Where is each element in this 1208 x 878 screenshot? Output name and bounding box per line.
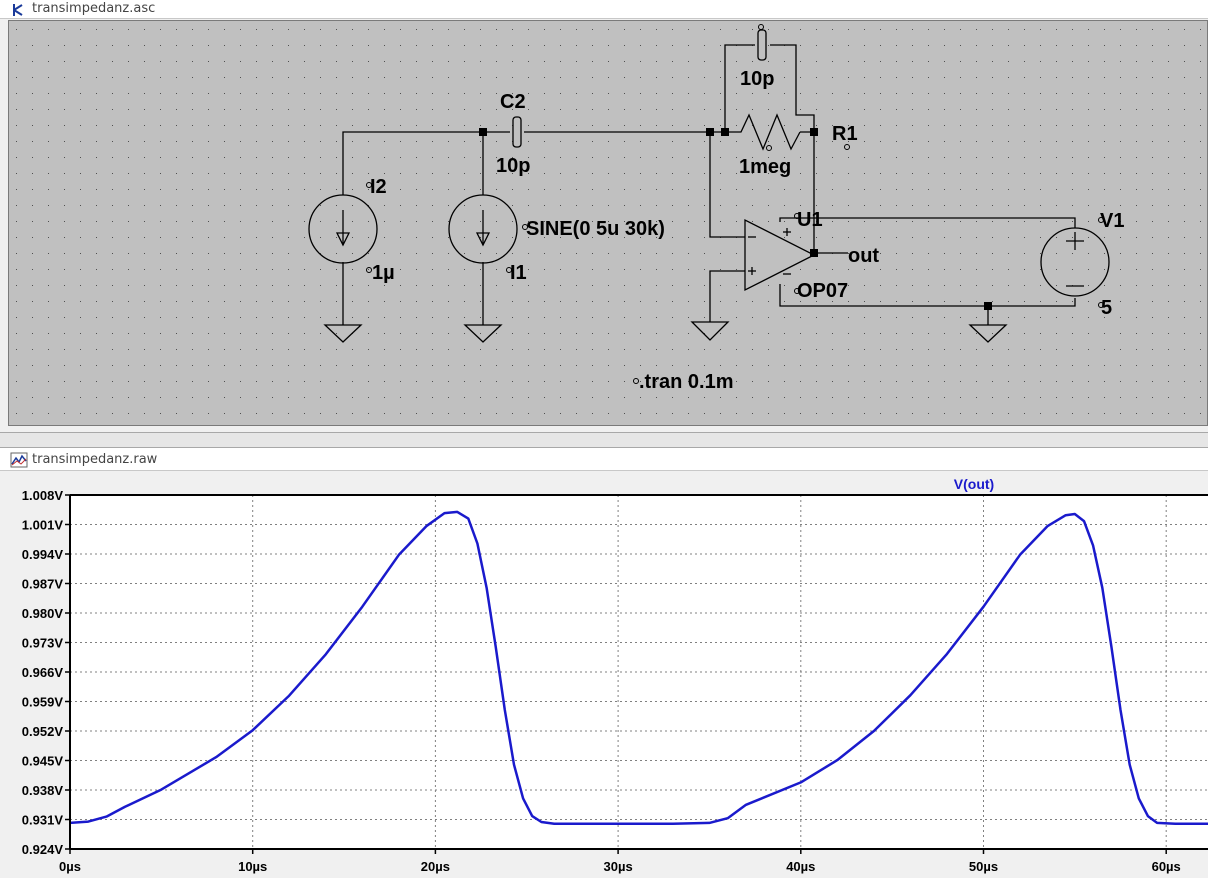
y-tick-label: 1.008V xyxy=(22,488,64,503)
junction xyxy=(706,128,714,136)
y-tick-label: 0.931V xyxy=(22,813,64,828)
waveform-plot[interactable]: 1.008V 1.001V 0.994V 0.987V 0.980V 0.973V 0.96… xyxy=(0,474,1208,878)
plot-titlebar[interactable]: transimpedanz.raw xyxy=(0,448,1208,471)
y-tick-label: 0.938V xyxy=(22,783,64,798)
y-tick-label: 1.001V xyxy=(22,518,64,533)
i1-name-label: I1 xyxy=(510,262,527,284)
schematic-canvas[interactable]: C2 10p 10p R1 1meg I2 1µ I1 SINE(0 5u 30… xyxy=(8,20,1208,426)
waveform-file-icon xyxy=(10,452,28,468)
x-tick-label: 40µs xyxy=(786,859,815,874)
window-divider[interactable] xyxy=(0,432,1208,448)
junction xyxy=(721,128,729,136)
junction xyxy=(479,128,487,136)
junction xyxy=(984,302,992,310)
y-tick-label: 0.994V xyxy=(22,547,64,562)
schematic-titlebar[interactable]: transimpedanz.asc xyxy=(0,0,1208,19)
y-tick-label: 0.973V xyxy=(22,636,64,651)
tran-directive[interactable]: .tran 0.1m xyxy=(639,371,733,393)
x-tick-label: 60µs xyxy=(1152,859,1181,874)
capacitor-c2[interactable] xyxy=(512,116,522,148)
capacitor-feedback[interactable] xyxy=(757,29,767,61)
y-tick-label: 0.980V xyxy=(22,606,64,621)
i1-value-label: SINE(0 5u 30k) xyxy=(526,218,665,240)
junction xyxy=(810,249,818,257)
r1-value-label: 1meg xyxy=(739,156,791,178)
schematic-title: transimpedanz.asc xyxy=(32,1,156,16)
i2-value-label: 1µ xyxy=(372,262,395,284)
junction xyxy=(810,128,818,136)
out-net-label: out xyxy=(848,245,879,267)
x-tick-label: 0µs xyxy=(59,859,81,874)
u1-name-label: U1 xyxy=(797,209,823,231)
cf-value-label: 10p xyxy=(740,68,774,90)
schematic-file-icon xyxy=(13,4,23,16)
x-tick-label: 30µs xyxy=(604,859,633,874)
y-tick-label: 0.945V xyxy=(22,754,64,769)
schematic-window: transimpedanz.asc C2 10p 10p R1 1meg I2 … xyxy=(0,0,1208,432)
y-tick-label: 0.966V xyxy=(22,665,64,680)
v1-name-label: V1 xyxy=(1100,210,1124,232)
x-tick-label: 50µs xyxy=(969,859,998,874)
v1-value-label: 5 xyxy=(1101,297,1112,319)
y-tick-label: 0.959V xyxy=(22,695,64,710)
c2-value-label: 10p xyxy=(496,155,530,177)
c2-name-label: C2 xyxy=(500,91,526,113)
plot-title: transimpedanz.raw xyxy=(32,452,158,467)
y-tick-label: 0.924V xyxy=(22,842,64,857)
u1-model-label: OP07 xyxy=(797,280,848,302)
trace-name-label[interactable]: V(out) xyxy=(954,476,994,492)
y-tick-label: 0.987V xyxy=(22,577,64,592)
x-tick-label: 20µs xyxy=(421,859,450,874)
i2-name-label: I2 xyxy=(370,176,387,198)
x-tick-label: 10µs xyxy=(238,859,267,874)
r1-name-label: R1 xyxy=(832,123,858,145)
y-tick-label: 0.952V xyxy=(22,724,64,739)
plot-window: transimpedanz.raw 1.008V 1.001V 0.994V 0.98… xyxy=(0,448,1208,878)
